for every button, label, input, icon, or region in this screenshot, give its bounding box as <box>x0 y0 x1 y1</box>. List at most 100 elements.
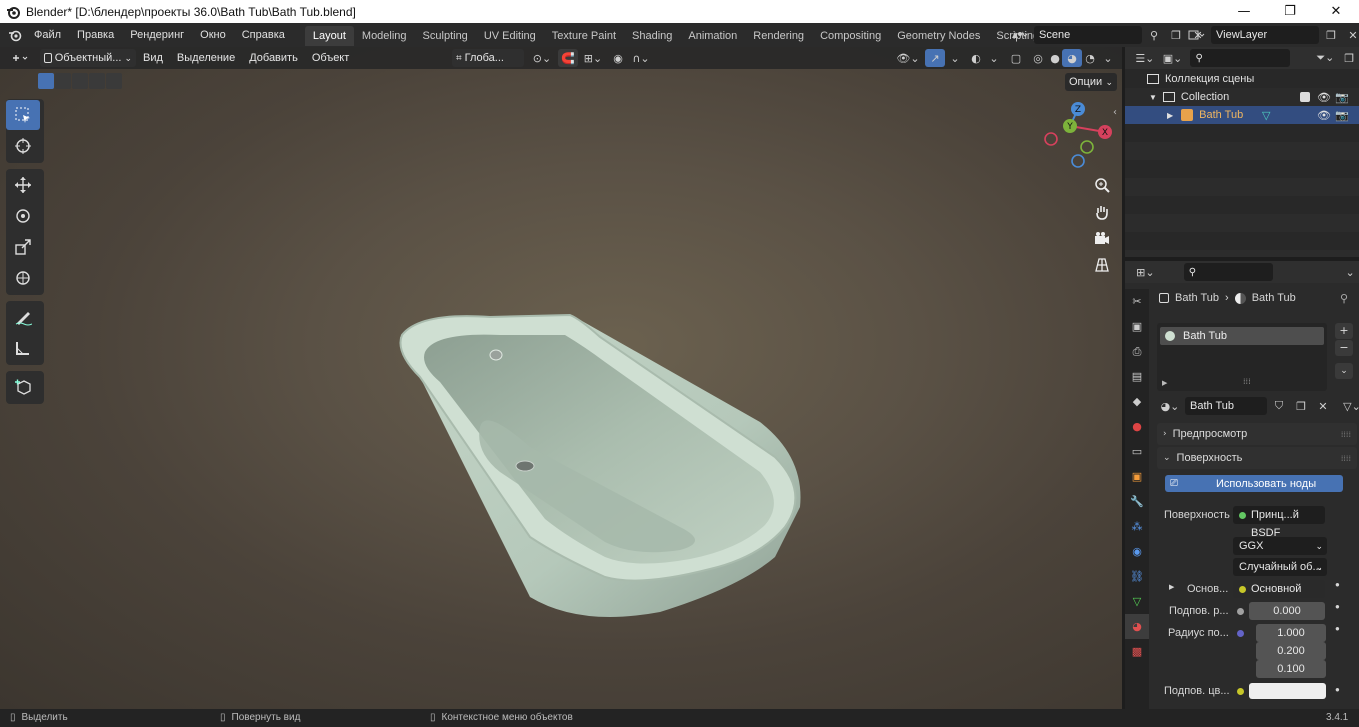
camera-render-icon[interactable]: 📷 <box>1335 109 1349 122</box>
mesh-data-icon[interactable]: ▽ <box>1262 109 1270 122</box>
modifier-tab-icon[interactable]: 🔧 <box>1125 489 1149 514</box>
annotate-tool[interactable] <box>6 302 40 332</box>
navigation-gizmo[interactable]: Z X Y <box>1040 101 1118 171</box>
subsurface-value-field[interactable]: 0.000 <box>1249 602 1325 620</box>
transform-tool[interactable] <box>6 263 40 293</box>
eye-icon[interactable]: 👁 <box>1317 109 1331 122</box>
resize-handle-icon[interactable]: ⁞⁞⁞ <box>1243 377 1251 386</box>
gizmo-dropdown-icon[interactable]: ⌄ <box>945 49 965 67</box>
shading-dropdown-icon[interactable]: ⌄ <box>1098 49 1118 67</box>
slot-specials-button[interactable]: ⌄ <box>1335 363 1353 379</box>
collection-tab-icon[interactable]: ▭ <box>1125 439 1149 464</box>
properties-editor-type-icon[interactable]: ⊞⌄ <box>1133 263 1158 281</box>
pin-icon[interactable]: ⚲ <box>1340 292 1348 305</box>
tab-texture-paint[interactable]: Texture Paint <box>544 26 624 46</box>
select-new-icon[interactable] <box>38 73 54 89</box>
outliner-row-bath-tub[interactable]: ▶ Bath Tub ▽ 👁 📷 <box>1125 106 1359 124</box>
tab-uv-editing[interactable]: UV Editing <box>476 26 544 46</box>
object-mode-dropdown[interactable]: Объектный... ⌄ <box>40 49 136 67</box>
pivot-point-icon[interactable]: ⊙⌄ <box>529 49 555 67</box>
keyframe-dot-icon[interactable]: ● <box>1335 624 1340 633</box>
delete-view-layer-icon[interactable]: ✕ <box>1343 26 1359 44</box>
outliner-row-scene-collection[interactable]: Коллекция сцены <box>1125 70 1359 88</box>
tab-compositing[interactable]: Compositing <box>812 26 889 46</box>
expand-arrow-icon[interactable]: ▶ <box>1162 379 1167 387</box>
properties-options-icon[interactable]: ⌄ <box>1341 263 1359 281</box>
tab-modeling[interactable]: Modeling <box>354 26 415 46</box>
new-material-icon[interactable]: ❐ <box>1291 397 1311 415</box>
select-subtract-icon[interactable] <box>72 73 88 89</box>
menu-add[interactable]: Добавить <box>242 52 305 64</box>
radius-z-field[interactable]: 0.100 <box>1256 660 1326 678</box>
pin-icon[interactable]: ⚲ <box>1144 26 1164 44</box>
visibility-icon[interactable]: 👁⌄ <box>895 49 921 67</box>
subsurface-color-swatch[interactable] <box>1249 683 1326 699</box>
menu-edit[interactable]: Правка <box>69 23 122 47</box>
add-slot-button[interactable]: + <box>1335 323 1353 339</box>
radius-y-field[interactable]: 0.200 <box>1256 642 1326 660</box>
object-tab-icon[interactable]: ▣ <box>1125 464 1149 489</box>
options-dropdown[interactable]: Опции ⌄ <box>1065 73 1117 91</box>
new-collection-icon[interactable]: ❐ <box>1339 49 1359 67</box>
camera-render-icon[interactable]: 📷 <box>1335 91 1349 104</box>
scene-name-field[interactable]: Scene <box>1034 26 1142 44</box>
preview-panel-header[interactable]: › Предпросмотр ⁞⁞⁞⁞ <box>1157 423 1357 445</box>
select-box-tool[interactable] <box>6 100 40 130</box>
drag-handle-icon[interactable]: ⁞⁞⁞⁞ <box>1341 454 1351 463</box>
data-tab-icon[interactable]: ▽ <box>1125 589 1149 614</box>
particles-tab-icon[interactable]: ⁂ <box>1125 514 1149 539</box>
remove-slot-button[interactable]: − <box>1335 340 1353 356</box>
overlay-toggle-icon[interactable]: ◐ <box>966 49 986 67</box>
view-layer-field[interactable]: ViewLayer <box>1211 26 1319 44</box>
snap-toggle-icon[interactable]: 🧲 <box>558 49 578 67</box>
add-cube-tool[interactable] <box>6 372 40 402</box>
tab-geometry-nodes[interactable]: Geometry Nodes <box>889 26 988 46</box>
perspective-grid-icon[interactable] <box>1091 254 1113 276</box>
material-preview-shading-icon[interactable]: ◕ <box>1062 49 1082 67</box>
tool-tab-icon[interactable]: ✂ <box>1125 289 1149 314</box>
keyframe-dot-icon[interactable]: ● <box>1335 602 1340 611</box>
move-tool[interactable] <box>6 170 40 200</box>
expand-arrow-icon[interactable]: ▶ <box>1169 583 1174 591</box>
rendered-shading-icon[interactable]: ◔ <box>1080 49 1100 67</box>
menu-object[interactable]: Объект <box>305 52 356 64</box>
material-browse-icon[interactable]: ◕⌄ <box>1157 397 1183 415</box>
zoom-icon[interactable] <box>1091 174 1113 196</box>
close-window-button[interactable]: ✕ <box>1313 0 1359 23</box>
expand-arrow-icon[interactable]: ▶ <box>1167 111 1173 120</box>
scene-browse-icon[interactable] <box>1006 26 1032 44</box>
new-view-layer-icon[interactable]: ❐ <box>1321 26 1341 44</box>
checkbox-icon[interactable] <box>1300 92 1310 102</box>
material-name-field[interactable]: Bath Tub <box>1185 397 1267 415</box>
3d-viewport[interactable]: Объектный... ⌄ Вид Выделение Добавить Об… <box>0 47 1122 709</box>
pan-hand-icon[interactable] <box>1091 201 1113 223</box>
radius-x-field[interactable]: 1.000 <box>1256 624 1326 642</box>
world-tab-icon[interactable]: ● <box>1125 414 1149 439</box>
gizmo-toggle-icon[interactable]: ↗ <box>925 49 945 67</box>
sidebar-toggle-icon[interactable]: ‹ <box>1113 107 1117 118</box>
view-layer-browse-icon[interactable] <box>1183 26 1209 44</box>
maximize-button[interactable]: ❐ <box>1267 0 1313 23</box>
filter-icon[interactable]: ⏷⌄ <box>1312 49 1340 67</box>
menu-view[interactable]: Вид <box>136 52 170 64</box>
snap-target-icon[interactable]: ⊞⌄ <box>580 49 606 67</box>
use-nodes-button[interactable]: ⎚ Использовать ноды <box>1165 475 1343 492</box>
output-tab-icon[interactable]: ⎙ <box>1125 339 1149 364</box>
base-color-field[interactable]: Основной цвет <box>1233 580 1325 613</box>
drag-handle-icon[interactable]: ⁞⁞⁞⁞ <box>1341 430 1351 439</box>
proportional-edit-icon[interactable]: ◉ <box>608 49 628 67</box>
select-intersect-icon[interactable] <box>106 73 122 89</box>
display-mode-icon[interactable]: ▣⌄ <box>1159 49 1187 67</box>
menu-render[interactable]: Рендеринг <box>122 23 192 47</box>
editor-type-icon[interactable] <box>6 49 36 67</box>
tab-shading[interactable]: Shading <box>624 26 680 46</box>
material-tab-icon[interactable]: ◕ <box>1125 614 1149 639</box>
tab-animation[interactable]: Animation <box>680 26 745 46</box>
tab-sculpting[interactable]: Sculpting <box>415 26 476 46</box>
transform-orientation-dropdown[interactable]: ⌗ Глоба... <box>452 49 524 67</box>
material-slot-row[interactable]: Bath Tub <box>1160 327 1324 345</box>
menu-select[interactable]: Выделение <box>170 52 242 64</box>
subsurface-method-dropdown[interactable]: Случайный об... ⌄ <box>1233 558 1327 576</box>
xray-toggle-icon[interactable]: ▢ <box>1006 49 1026 67</box>
tab-layout[interactable]: Layout <box>304 26 354 46</box>
